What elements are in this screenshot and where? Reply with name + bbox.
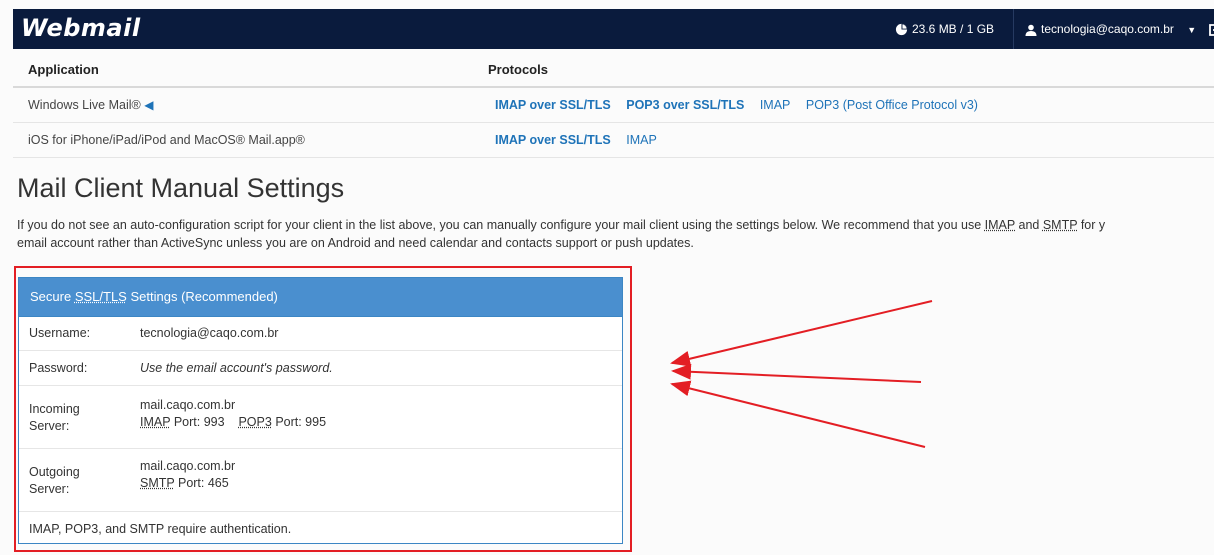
annotation-arrow <box>671 363 922 383</box>
annotation-arrow <box>670 380 926 448</box>
annotation-arrows <box>670 300 933 448</box>
annotation-arrow <box>670 300 933 367</box>
